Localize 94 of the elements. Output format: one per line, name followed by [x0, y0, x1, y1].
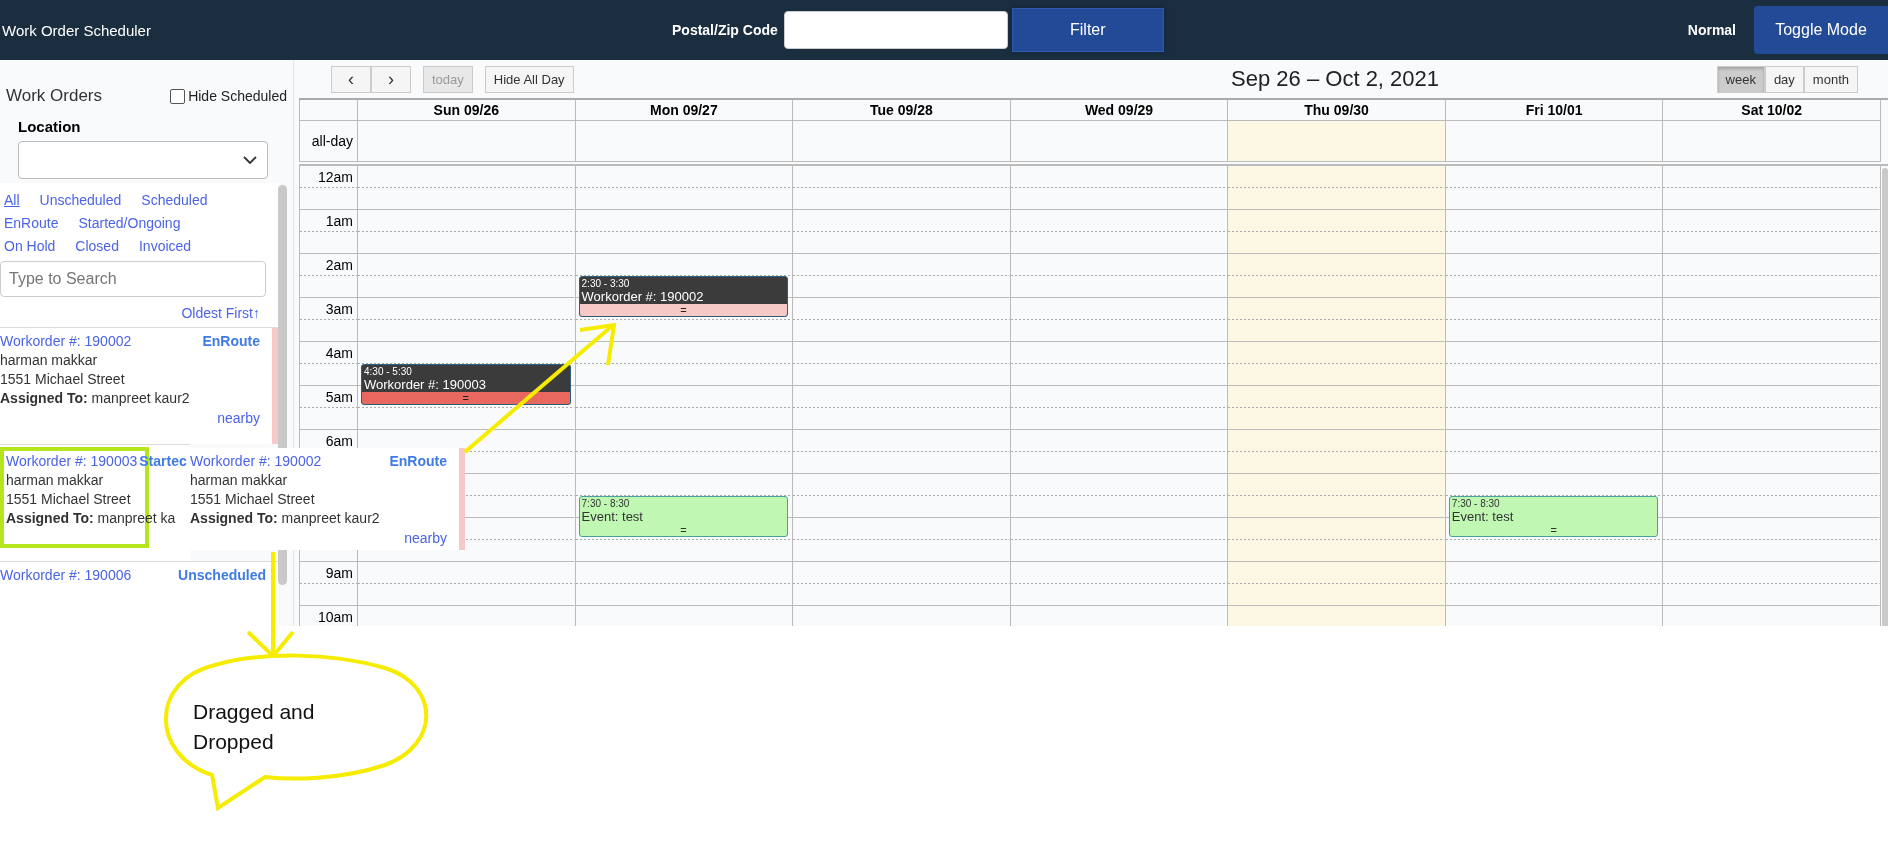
event-time: 7:30 - 8:30: [1450, 497, 1501, 509]
event-time: 2:30 - 3:30: [580, 277, 631, 289]
time-label: 3am: [325, 301, 353, 317]
event-time: 4:30 - 5:30: [363, 365, 413, 377]
day-column[interactable]: 7:30 - 8:30 Event: test =: [1445, 166, 1664, 626]
time-label: 10am: [317, 609, 353, 625]
postal-code-field[interactable]: [783, 11, 1008, 49]
resize-handle[interactable]: =: [579, 304, 788, 316]
day-header: Mon 09/27: [575, 100, 794, 121]
next-button[interactable]: ›: [371, 65, 411, 93]
time-label: 6am: [325, 433, 353, 449]
status-filter-link[interactable]: Started/Ongoing: [78, 215, 181, 231]
dragged-work-order-card[interactable]: Workorder #: 190002 EnRoute harman makkar 1551 Michael Street Assigned To: manpreet kaur2 nearby: [190, 448, 465, 550]
mode-label: Normal: [1687, 22, 1736, 38]
day-header: Sun 09/26: [358, 100, 576, 121]
toggle-mode-button[interactable]: Toggle Mode: [1754, 6, 1888, 54]
sidebar-heading: Work Orders: [6, 86, 103, 106]
filter-button[interactable]: Filter: [1011, 8, 1164, 52]
view-tab[interactable]: week: [1716, 65, 1765, 93]
event-time: 7:30 - 8:30: [580, 497, 631, 509]
callout-text: Dragged and Dropped: [193, 699, 316, 756]
all-day-cell[interactable]: [793, 121, 1011, 162]
hide-all-day-button[interactable]: Hide All Day: [484, 65, 574, 93]
work-order-number: Workorder #: 190006: [0, 567, 132, 583]
scrollbar[interactable]: [1882, 168, 1888, 626]
all-day-cell[interactable]: [1445, 121, 1664, 162]
resize-handle[interactable]: =: [579, 525, 788, 536]
resize-handle[interactable]: =: [362, 392, 570, 404]
time-label: 2am: [325, 257, 353, 273]
calendar-event[interactable]: 7:30 - 8:30 Event: test =: [578, 496, 789, 537]
all-day-cell[interactable]: [358, 121, 576, 162]
address: 1551 Michael Street: [190, 491, 316, 507]
status-label: EnRoute: [389, 453, 447, 469]
chevron-down-icon: [243, 155, 257, 165]
work-order-card[interactable]: Workorder #: 190002 EnRoute harman makkar 1551 Michael Street Assigned To: manpreet kaur2 nearby: [0, 327, 278, 444]
nearby-link[interactable]: nearby: [404, 530, 447, 546]
nearby-link[interactable]: nearby: [217, 410, 260, 426]
calendar-event[interactable]: 4:30 - 5:30 Workorder #: 190003 =: [361, 364, 571, 405]
address: 1551 Michael Street: [6, 491, 132, 507]
day-column[interactable]: 2:30 - 3:30 Workorder #: 190002 = 7:30 - 8:30 Event: test =: [575, 166, 794, 626]
day-column[interactable]: [793, 166, 1011, 626]
status-filter-link[interactable]: Closed: [75, 238, 119, 254]
checkbox-label: Hide Scheduled: [188, 88, 287, 104]
day-header: Wed 09/29: [1010, 100, 1229, 121]
day-header: Sat 10/02: [1663, 100, 1881, 121]
status-label: Unscheduled: [178, 567, 266, 583]
event-title: Workorder #: 190002: [580, 289, 705, 304]
status-filter-link[interactable]: All: [4, 192, 20, 208]
status-label: EnRoute: [202, 333, 260, 349]
customer-name: harman makkar: [6, 472, 105, 488]
day-column[interactable]: [1663, 166, 1881, 626]
status-filter-link[interactable]: EnRoute: [4, 215, 59, 231]
all-day-cell[interactable]: [575, 121, 794, 162]
resize-handle[interactable]: =: [1449, 525, 1658, 536]
status-filter-link[interactable]: Unscheduled: [39, 192, 122, 208]
status-filter-link[interactable]: Invoiced: [138, 238, 192, 254]
location-select[interactable]: [18, 141, 268, 179]
calendar-event[interactable]: 2:30 - 3:30 Workorder #: 190002 =: [578, 276, 789, 317]
customer-name: harman makkar: [0, 352, 99, 368]
day-header: Tue 09/28: [793, 100, 1011, 121]
time-label: 9am: [325, 565, 353, 581]
date-range-title: Sep 26 – Oct 2, 2021: [1230, 66, 1440, 92]
app-title: Work Order Scheduler: [1, 21, 152, 39]
day-column[interactable]: [1228, 166, 1446, 626]
customer-name: harman makkar: [190, 472, 289, 488]
event-title: Event: test: [580, 509, 644, 524]
calendar-event[interactable]: 7:30 - 8:30 Event: test =: [1448, 496, 1659, 537]
search-field[interactable]: Type to Search: [0, 261, 266, 297]
header-corner-cell: [299, 100, 358, 121]
status-filter-link[interactable]: Scheduled: [141, 192, 208, 208]
status-filter-link[interactable]: On Hold: [4, 238, 56, 254]
work-order-number: Workorder #: 190002: [0, 333, 132, 349]
assigned-to: Assigned To: manpreet kaur2: [0, 390, 191, 406]
view-tab[interactable]: day: [1764, 65, 1804, 93]
sort-link[interactable]: Oldest First↑: [181, 305, 260, 321]
work-order-card[interactable]: Workorder #: 190006 Unscheduled: [0, 561, 278, 626]
postal-code-label: Postal/Zip Code: [672, 22, 778, 38]
work-order-number: Workorder #: 190002: [190, 453, 322, 469]
work-order-number: Workorder #: 190003: [6, 453, 138, 469]
time-label: 12am: [317, 169, 353, 185]
checkbox[interactable]: [170, 88, 186, 104]
all-day-cell[interactable]: [1228, 121, 1446, 162]
all-day-cell[interactable]: [1663, 121, 1881, 162]
event-title: Workorder #: 190003: [363, 377, 487, 392]
day-header: Fri 10/01: [1445, 100, 1664, 121]
previous-button[interactable]: ‹: [331, 65, 371, 93]
time-label: 1am: [325, 213, 353, 229]
all-day-label: all-day: [299, 121, 358, 162]
event-title: Event: test: [1450, 509, 1515, 524]
location-label: Location: [17, 117, 82, 135]
time-label: 5am: [325, 389, 353, 405]
address: 1551 Michael Street: [0, 371, 126, 387]
time-label: 4am: [325, 345, 353, 361]
view-tab[interactable]: month: [1803, 65, 1858, 93]
